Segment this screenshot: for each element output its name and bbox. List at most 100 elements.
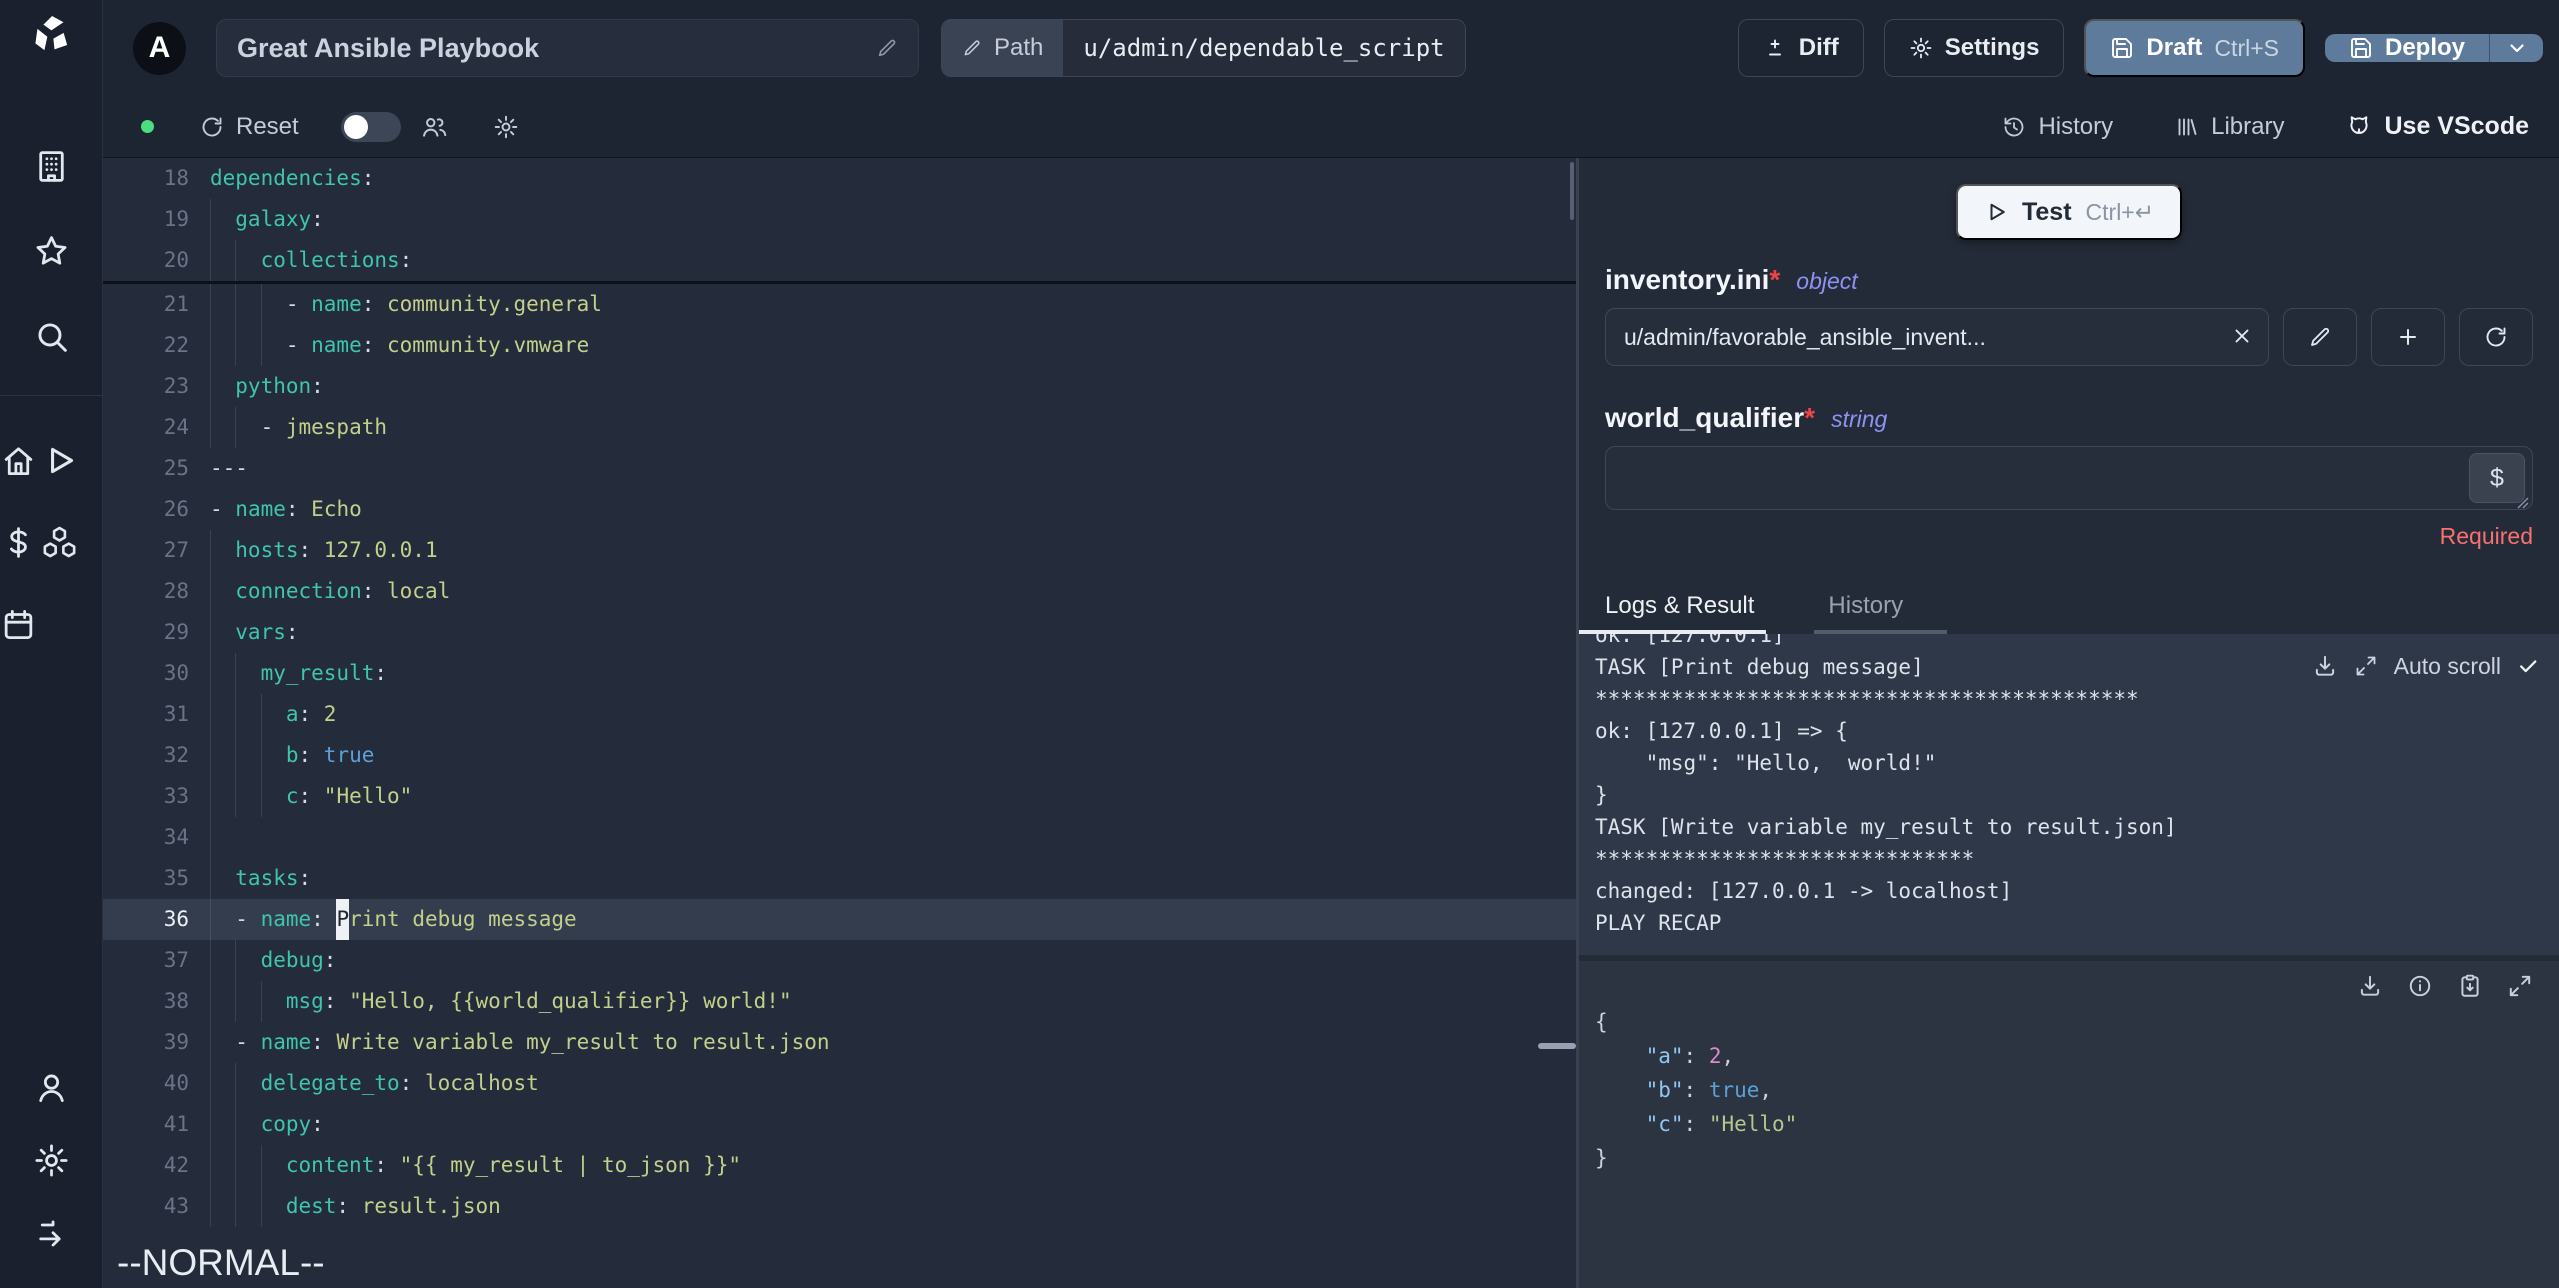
- workspace-icon[interactable]: [33, 148, 70, 185]
- chevron-down-icon: [2505, 36, 2529, 60]
- deploy-label: Deploy: [2384, 34, 2465, 61]
- editor-scrollbar[interactable]: [1570, 162, 1574, 220]
- use-vscode-button[interactable]: Use VScode: [2346, 112, 2529, 141]
- code-line-26[interactable]: 26- name: Echo: [103, 489, 1576, 530]
- refresh-icon: [2484, 325, 2508, 349]
- reset-button[interactable]: Reset: [200, 113, 299, 141]
- edit-inventory-button[interactable]: [2283, 308, 2357, 366]
- code-line-28[interactable]: 28 connection: local: [103, 571, 1576, 612]
- log-line: ok: [127.0.0.1]: [1595, 634, 1785, 647]
- code-line-30[interactable]: 30 my_result:: [103, 653, 1576, 694]
- refresh-inventory-button[interactable]: [2459, 308, 2533, 366]
- logout-icon[interactable]: [33, 1215, 70, 1252]
- code-line-31[interactable]: 31 a: 2: [103, 694, 1576, 735]
- line-number: 30: [163, 661, 189, 685]
- info-icon[interactable]: [2407, 973, 2433, 999]
- expand-result-icon[interactable]: [2507, 973, 2533, 999]
- account-user-icon[interactable]: [33, 1069, 70, 1106]
- gear-icon[interactable]: [493, 114, 519, 140]
- code-line-36[interactable]: 36- name: Print debug message: [103, 899, 1576, 940]
- line-number: 21: [163, 292, 189, 316]
- library-button[interactable]: Library: [2175, 113, 2284, 141]
- code-line-25[interactable]: 25 ---: [103, 448, 1576, 489]
- result-viewer[interactable]: { "a": 2, "b": true, "c": "Hello"}: [1579, 961, 2559, 1288]
- code-line-21[interactable]: 21- name: community.general: [103, 284, 1576, 325]
- line-number: 18: [163, 166, 189, 190]
- code-line-39[interactable]: 39- name: Write variable my_result to re…: [103, 1022, 1576, 1063]
- download-result-icon[interactable]: [2357, 973, 2383, 999]
- download-logs-icon[interactable]: [2312, 653, 2338, 679]
- code-line-23[interactable]: 23 python:: [103, 366, 1576, 407]
- copy-clipboard-icon[interactable]: [2457, 973, 2483, 999]
- variables-dollar-icon[interactable]: [0, 524, 37, 561]
- settings-button[interactable]: Settings: [1883, 19, 2065, 77]
- test-button[interactable]: Test Ctrl+↵: [1955, 184, 2183, 240]
- code-line-22[interactable]: 22- name: community.vmware: [103, 325, 1576, 366]
- field-label-inventory: inventory.ini* object: [1605, 264, 2533, 296]
- diff-label: Diff: [1798, 34, 1839, 61]
- favorites-star-icon[interactable]: [33, 233, 70, 270]
- collab-toggle[interactable]: [340, 111, 401, 142]
- code-line-38[interactable]: 38 msg: "Hello, {{world_qualifier}} world…: [103, 981, 1576, 1022]
- code-line-20[interactable]: 20 collections:: [103, 240, 1576, 281]
- history-button[interactable]: History: [2002, 113, 2113, 141]
- code-lines[interactable]: 21- name: community.general 22- name: com…: [103, 284, 1576, 1268]
- path-label-segment: Path: [942, 20, 1064, 76]
- log-line: PLAY RECAP: [1595, 911, 1722, 935]
- code-line-29[interactable]: 29 vars:: [103, 612, 1576, 653]
- home-icon[interactable]: [0, 442, 37, 479]
- field-name: inventory.ini: [1605, 264, 1770, 295]
- inventory-input[interactable]: [1605, 308, 2269, 366]
- tab-history[interactable]: History: [1814, 592, 1948, 634]
- code-line-42[interactable]: 42 content: "{{ my_result | to_json }}": [103, 1145, 1576, 1186]
- vim-mode-text: --NORMAL--: [117, 1242, 325, 1283]
- world-qualifier-textarea[interactable]: [1605, 446, 2533, 510]
- script-title-input[interactable]: Great Ansible Playbook: [216, 19, 919, 77]
- code-line-40[interactable]: 40 delegate_to: localhost: [103, 1063, 1576, 1104]
- path-field[interactable]: Path u/admin/dependable_script: [941, 19, 1466, 77]
- code-line-37[interactable]: 37 debug:: [103, 940, 1576, 981]
- schedules-calendar-icon[interactable]: [0, 606, 37, 643]
- auto-scroll-label[interactable]: Auto scroll: [2394, 650, 2501, 682]
- edit-title-pencil-icon[interactable]: [876, 37, 898, 59]
- line-number: 22: [163, 333, 189, 357]
- log-output[interactable]: ok: [127.0.0.1] TASK [Print debug message…: [1579, 634, 2559, 955]
- code-line-41[interactable]: 41 copy:: [103, 1104, 1576, 1145]
- resources-cubes-icon[interactable]: [41, 524, 78, 561]
- path-label: Path: [994, 34, 1044, 61]
- code-line-33[interactable]: 33 c: "Hello": [103, 776, 1576, 817]
- runs-play-icon[interactable]: [41, 442, 78, 479]
- log-line: changed: [127.0.0.1 -> localhost]: [1595, 879, 2013, 903]
- resize-grip-icon[interactable]: [2515, 495, 2529, 509]
- code-line-27[interactable]: 27 hosts: 127.0.0.1: [103, 530, 1576, 571]
- add-inventory-button[interactable]: [2371, 308, 2445, 366]
- deploy-dropdown-button[interactable]: [2489, 34, 2543, 62]
- code-line-43[interactable]: 43 dest: result.json: [103, 1186, 1576, 1227]
- code-line-24[interactable]: 24- jmespath: [103, 407, 1576, 448]
- line-number: 38: [163, 989, 189, 1013]
- sidebar: [0, 0, 103, 1288]
- settings-gear-icon[interactable]: [33, 1142, 70, 1179]
- line-number: 35: [163, 866, 189, 890]
- path-value[interactable]: u/admin/dependable_script: [1063, 20, 1465, 76]
- code-line-18[interactable]: 18 dependencies:: [103, 158, 1576, 199]
- diff-button[interactable]: Diff: [1737, 19, 1864, 77]
- windmill-logo-icon[interactable]: [29, 12, 73, 56]
- log-line: ******************************: [1595, 847, 1975, 871]
- draft-button[interactable]: Draft Ctrl+S: [2084, 19, 2305, 77]
- expand-logs-icon[interactable]: [2354, 654, 2378, 678]
- line-number: 27: [163, 538, 189, 562]
- code-line-34[interactable]: 34: [103, 817, 1576, 858]
- code-line-32[interactable]: 32 b: true: [103, 735, 1576, 776]
- reset-icon: [200, 115, 224, 139]
- close-icon[interactable]: [2231, 325, 2253, 347]
- code-line-35[interactable]: 35 tasks:: [103, 858, 1576, 899]
- settings-label: Settings: [1944, 34, 2040, 61]
- drag-handle[interactable]: [1538, 1043, 1576, 1049]
- deploy-button[interactable]: Deploy: [2325, 34, 2489, 62]
- tab-logs-result[interactable]: Logs & Result: [1579, 592, 1767, 634]
- code-editor[interactable]: 18 dependencies:19 galaxy:20 collections: 2…: [103, 158, 1576, 1288]
- code-line-19[interactable]: 19 galaxy:: [103, 199, 1576, 240]
- users-icon[interactable]: [421, 114, 447, 140]
- search-icon[interactable]: [33, 318, 70, 355]
